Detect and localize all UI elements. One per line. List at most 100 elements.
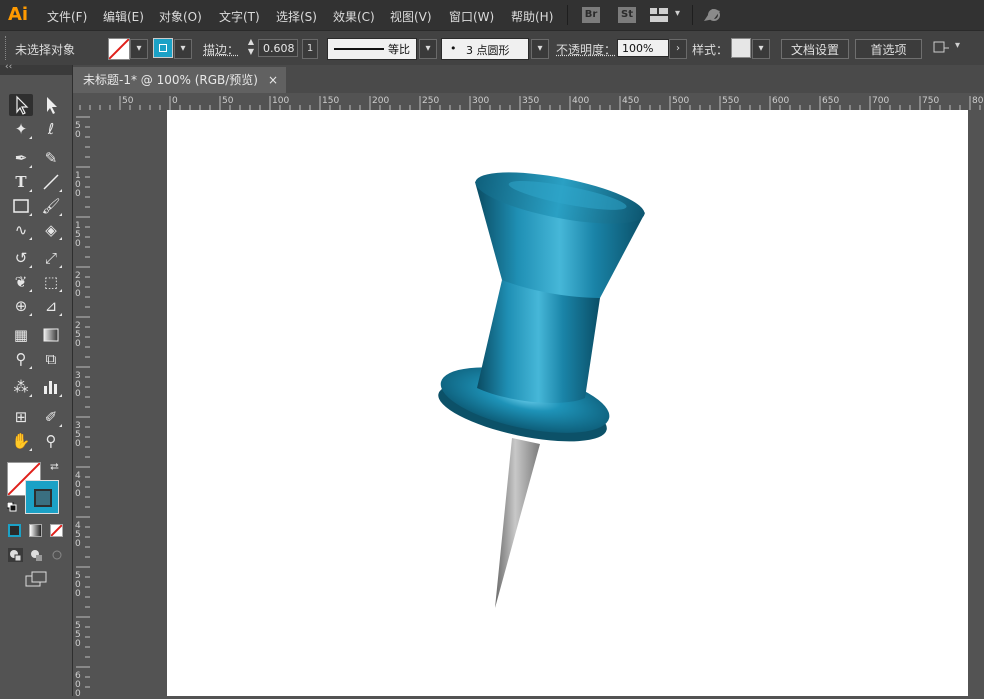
paintbrush-tool-icon[interactable]: 🖌 <box>39 195 63 217</box>
vertical-ruler[interactable]: 50100150200250300350400450500550600 <box>73 110 91 696</box>
menu-select[interactable]: 选择(S) <box>276 8 317 25</box>
color-mode-icon[interactable] <box>8 524 21 537</box>
menu-separator <box>567 5 568 25</box>
default-colors-icon[interactable] <box>6 501 17 512</box>
pin-lower-body <box>477 280 600 403</box>
menu-effect[interactable]: 效果(C) <box>333 8 375 25</box>
chevron-down-icon[interactable]: ▾ <box>675 8 680 19</box>
ruler-label: 800 <box>972 96 984 106</box>
horizontal-ruler[interactable]: 50 0 50 100 150 200 250 300 350 400 450 500 550 600 65… <box>73 93 984 111</box>
curvature-tool-icon[interactable]: ✎ <box>39 147 63 169</box>
bridge-button[interactable]: Br <box>582 7 600 23</box>
ruler-label: 600 <box>772 96 789 106</box>
draw-normal-icon[interactable] <box>8 548 23 562</box>
draw-inside-icon[interactable] <box>50 548 65 562</box>
ruler-label: 0 <box>75 439 81 449</box>
profile-dropdown[interactable]: ▾ <box>419 39 437 59</box>
opacity-label[interactable]: 不透明度： <box>556 41 616 58</box>
menu-view[interactable]: 视图(V) <box>390 8 432 25</box>
opacity-expand[interactable]: › <box>669 39 687 59</box>
opacity-input[interactable]: 100% <box>617 39 669 57</box>
zoom-tool-icon[interactable]: ⚲ <box>39 430 63 452</box>
none-mode-icon[interactable] <box>50 524 63 537</box>
magic-wand-tool-icon[interactable]: ✦ <box>9 118 33 140</box>
stroke-weight-input[interactable]: 0.608 <box>258 39 298 57</box>
ruler-label: 450 <box>622 96 639 106</box>
free-transform-tool-icon[interactable]: ⬚ <box>39 271 63 293</box>
artboard[interactable] <box>167 110 968 696</box>
menu-help[interactable]: 帮助(H) <box>511 8 553 25</box>
arrange-documents-icon[interactable] <box>932 40 950 56</box>
stroke-color-box[interactable] <box>25 480 59 514</box>
warp-tool-icon[interactable]: ❦ <box>9 271 33 293</box>
document-tab[interactable]: 未标题-1* @ 100% (RGB/预览) × <box>73 67 286 93</box>
shape-builder-tool-icon[interactable]: ⊕ <box>9 295 33 317</box>
direct-selection-tool-icon[interactable] <box>39 94 63 116</box>
brush-dropdown[interactable]: ▾ <box>531 39 549 59</box>
graphic-style-swatch[interactable] <box>731 38 751 58</box>
style-dropdown[interactable]: ▾ <box>752 39 770 59</box>
document-setup-button[interactable]: 文档设置 <box>781 39 849 59</box>
fill-swatch[interactable] <box>108 38 130 60</box>
style-label: 样式： <box>692 43 729 57</box>
pen-tool-icon[interactable]: ✒ <box>9 147 33 169</box>
eyedropper-tool-icon[interactable]: ⚲ <box>9 348 33 370</box>
brush-definition[interactable]: • 3 点圆形 <box>441 38 529 60</box>
stock-button[interactable]: St <box>618 7 636 23</box>
grip-handle[interactable] <box>5 36 9 60</box>
workspace-layout-icon[interactable] <box>650 8 668 22</box>
rotate-tool-icon[interactable]: ↺ <box>9 247 33 269</box>
hand-tool-icon[interactable]: ✋ <box>9 430 33 452</box>
stroke-dropdown[interactable]: ▾ <box>174 39 192 59</box>
type-tool-icon[interactable]: T <box>9 171 33 193</box>
ruler-label: 0 <box>75 130 81 140</box>
mesh-tool-icon[interactable]: ▦ <box>9 324 33 346</box>
perspective-grid-tool-icon[interactable]: ⊿ <box>39 295 63 317</box>
profile-label: 等比 <box>388 43 410 56</box>
preferences-button[interactable]: 首选项 <box>855 39 922 59</box>
line-tool-icon[interactable] <box>39 171 63 193</box>
ruler-label: 0 <box>75 689 81 696</box>
menu-window[interactable]: 窗口(W) <box>449 8 494 25</box>
ruler-label: 350 <box>522 96 539 106</box>
menu-object[interactable]: 对象(O) <box>159 8 202 25</box>
draw-behind-icon[interactable] <box>29 548 44 562</box>
swap-colors-icon[interactable]: ⮂ <box>50 460 59 474</box>
menu-separator <box>692 5 693 25</box>
artboard-tool-icon[interactable]: ⊞ <box>9 406 33 428</box>
stroke-swatch[interactable] <box>153 38 173 58</box>
stroke-stepper[interactable]: ▲ ▼ <box>245 37 257 59</box>
screen-mode-icon[interactable] <box>24 570 48 588</box>
gradient-mode-icon[interactable] <box>29 524 42 537</box>
symbol-sprayer-tool-icon[interactable]: ⁂ <box>9 376 33 398</box>
menu-type[interactable]: 文字(T) <box>219 8 260 25</box>
chevron-down-icon[interactable]: ▾ <box>955 40 960 51</box>
shaper-tool-icon[interactable]: ∿ <box>9 219 33 241</box>
tools-panel-header[interactable]: ‹‹ <box>0 62 72 75</box>
canvas-area[interactable] <box>90 110 984 696</box>
gradient-tool-icon[interactable] <box>39 324 63 346</box>
menu-edit[interactable]: 编辑(E) <box>103 8 144 25</box>
fill-dropdown[interactable]: ▾ <box>130 39 148 59</box>
column-graph-tool-icon[interactable] <box>39 376 63 398</box>
gpu-rocket-icon[interactable] <box>700 5 724 25</box>
menu-file[interactable]: 文件(F) <box>47 8 87 25</box>
rectangle-tool-icon[interactable] <box>9 195 33 217</box>
lasso-tool-icon[interactable]: ℓ <box>39 118 63 140</box>
ruler-label: 0 <box>75 589 81 599</box>
variable-width-profile[interactable]: 等比 <box>327 38 417 60</box>
ruler-label: 400 <box>572 96 589 106</box>
stroke-unit-dropdown[interactable]: 1 <box>302 39 318 59</box>
ruler-label: 0 <box>75 489 81 499</box>
ruler-label: 0 <box>75 639 81 649</box>
pushpin-artwork[interactable] <box>167 110 968 696</box>
illustrator-logo: Ai <box>8 4 29 25</box>
scale-tool-icon[interactable]: ⤢ <box>39 247 63 269</box>
stroke-label[interactable]: 描边： <box>203 41 239 58</box>
blend-tool-icon[interactable]: ⧉ <box>39 348 63 370</box>
close-icon[interactable]: × <box>268 67 278 93</box>
eraser-tool-icon[interactable]: ◈ <box>39 219 63 241</box>
ruler-label: 200 <box>372 96 389 106</box>
slice-tool-icon[interactable]: ✐ <box>39 406 63 428</box>
selection-tool-icon[interactable] <box>9 94 33 116</box>
